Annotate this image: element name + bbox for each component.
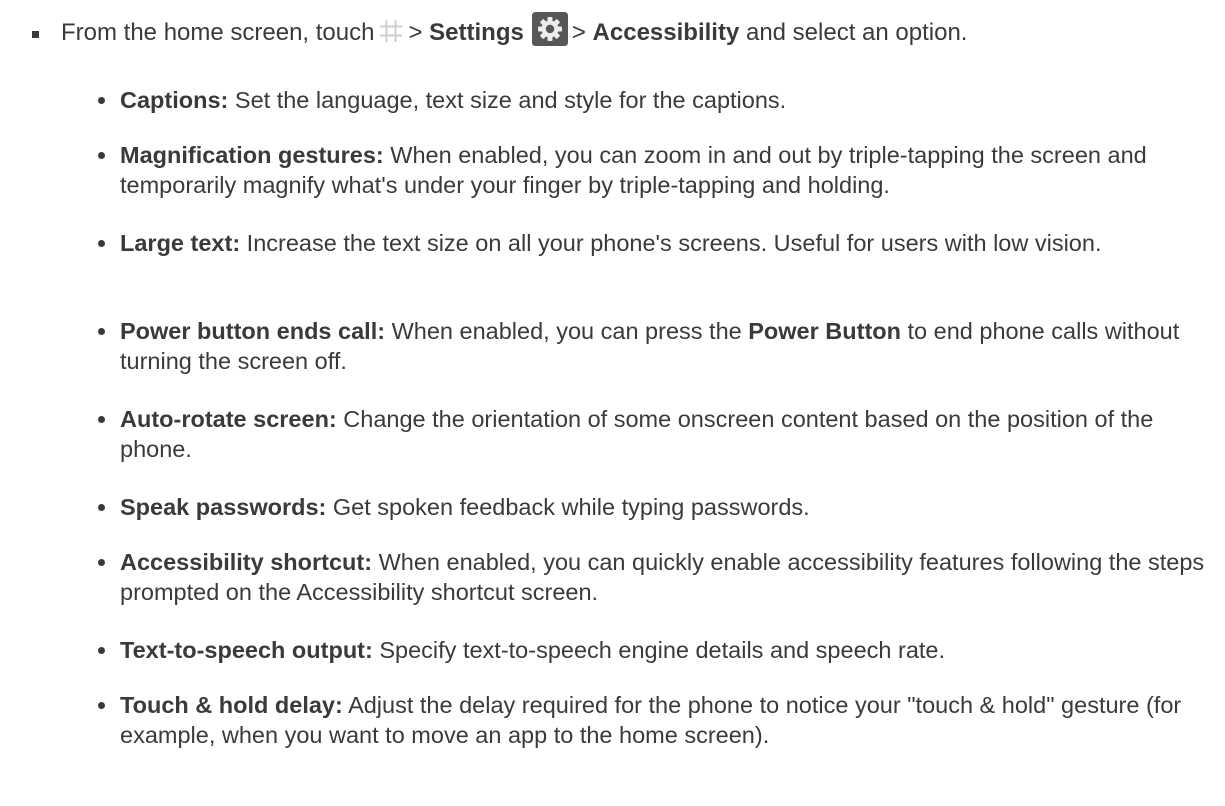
- option-term: Auto-rotate screen:: [120, 406, 337, 432]
- dot-bullet: [98, 504, 105, 511]
- power-button-label: Power Button: [748, 318, 901, 344]
- dot-bullet: [98, 559, 105, 566]
- dot-bullet: [98, 647, 105, 654]
- option-description: Specify text-to-speech engine details an…: [379, 637, 946, 663]
- option-auto-rotate-screen: Auto-rotate screen: Change the orientati…: [98, 404, 1210, 464]
- option-term: Magnification gestures:: [120, 142, 384, 168]
- option-power-button-ends-call: Power button ends call: When enabled, yo…: [98, 316, 1210, 376]
- option-description: Set the language, text size and style fo…: [234, 87, 787, 113]
- dot-bullet: [98, 240, 105, 247]
- option-term: Large text:: [120, 230, 241, 256]
- dot-bullet: [98, 97, 105, 104]
- option-accessibility-shortcut: Accessibility shortcut: When enabled, yo…: [98, 547, 1210, 607]
- option-description: Increase the text size on all your phone…: [246, 230, 1102, 256]
- option-description: Get spoken feedback while typing passwor…: [332, 494, 810, 520]
- option-term: Speak passwords:: [120, 494, 327, 520]
- option-description-start: When enabled, you can press the: [391, 318, 742, 344]
- dot-bullet: [98, 328, 105, 335]
- option-magnification-gestures: Magnification gestures: When enabled, yo…: [98, 140, 1210, 200]
- dot-bullet: [98, 152, 105, 159]
- option-term: Text-to-speech output:: [120, 637, 373, 663]
- accessibility-options-list: Captions: Set the language, text size an…: [0, 0, 1225, 806]
- dot-bullet: [98, 702, 105, 709]
- option-large-text: Large text: Increase the text size on al…: [98, 228, 1210, 258]
- option-touch-hold-delay: Touch & hold delay: Adjust the delay req…: [98, 690, 1210, 750]
- option-term: Captions:: [120, 87, 229, 113]
- option-captions: Captions: Set the language, text size an…: [98, 85, 1210, 115]
- option-speak-passwords: Speak passwords: Get spoken feedback whi…: [98, 492, 1210, 522]
- dot-bullet: [98, 416, 105, 423]
- option-term: Accessibility shortcut:: [120, 549, 373, 575]
- option-text-to-speech-output: Text-to-speech output: Specify text-to-s…: [98, 635, 1210, 665]
- option-term: Power button ends call:: [120, 318, 386, 344]
- option-term: Touch & hold delay:: [120, 692, 343, 718]
